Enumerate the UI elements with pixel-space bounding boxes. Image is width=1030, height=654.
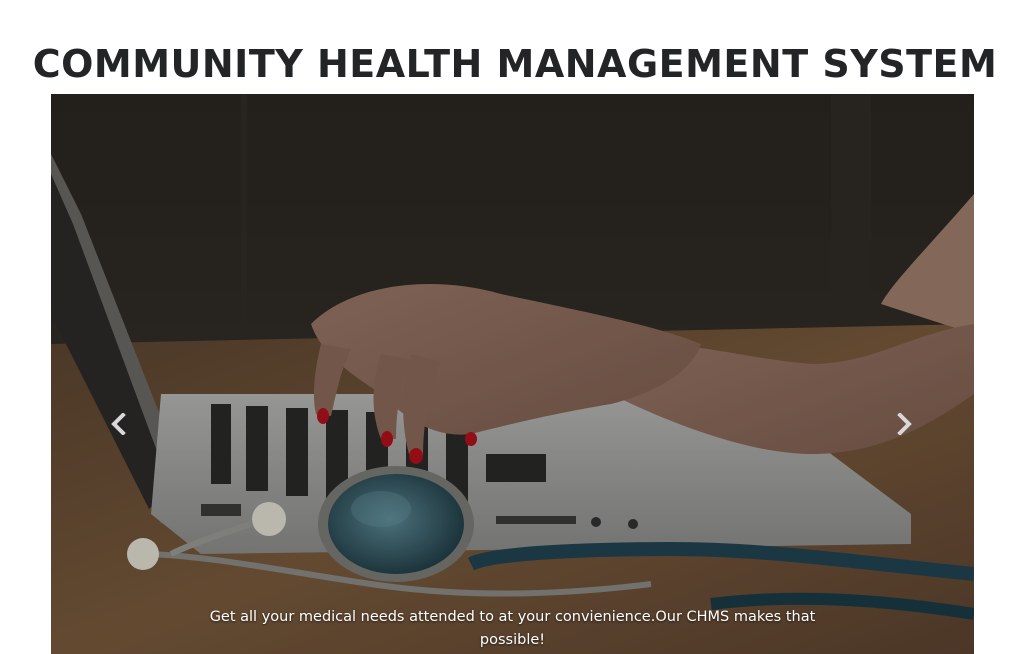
carousel-caption: Get all your medical needs attended to a… [209,609,816,648]
chevron-right-icon [897,413,912,435]
carousel-next-button[interactable] [874,394,934,454]
slide-image [51,94,974,654]
page-title: COMMUNITY HEALTH MANAGEMENT SYSTEM [32,42,998,86]
image-carousel[interactable]: Get all your medical needs attended to a… [51,94,974,654]
carousel-prev-button[interactable] [89,394,149,454]
chevron-left-icon [111,413,126,435]
